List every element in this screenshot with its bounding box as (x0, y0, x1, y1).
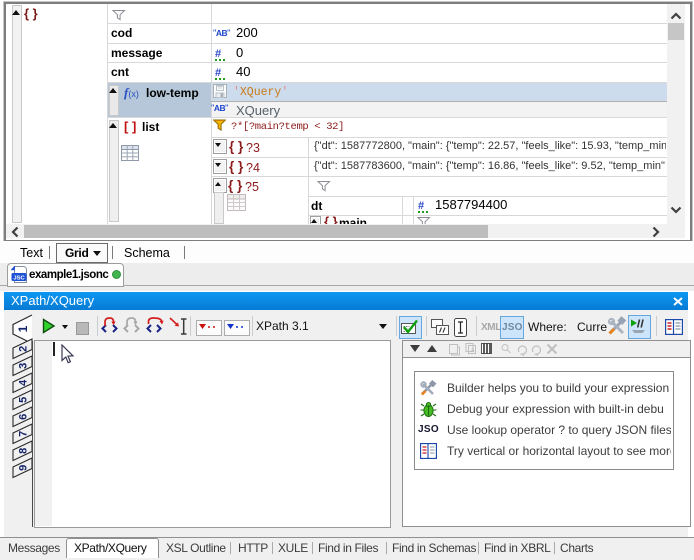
svg-text:8: 8 (18, 448, 30, 454)
svg-text:5: 5 (18, 397, 30, 403)
svg-text:4: 4 (18, 379, 30, 386)
svg-text:9: 9 (18, 465, 30, 471)
svg-text:7: 7 (18, 431, 30, 437)
svg-text:6: 6 (18, 414, 30, 420)
svg-text:JSC: JSC (13, 275, 25, 281)
svg-text:2: 2 (18, 346, 30, 352)
svg-text:3: 3 (18, 363, 30, 369)
